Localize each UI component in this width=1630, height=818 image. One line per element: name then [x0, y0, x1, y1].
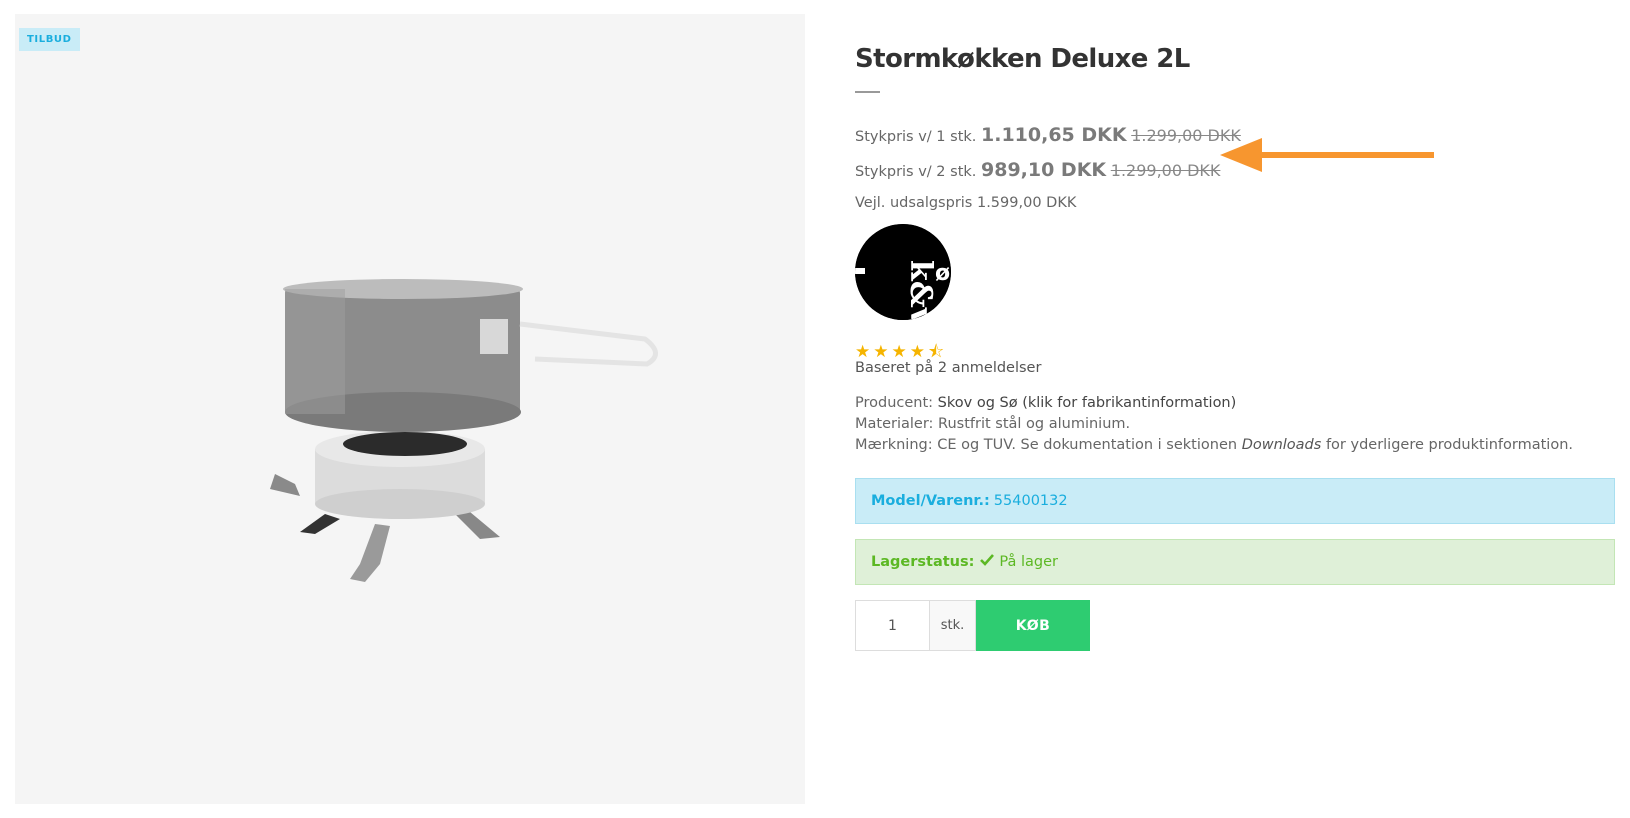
manufacturer-info-link[interactable]: (klik for fabrikantinformation) [1022, 395, 1236, 411]
product-meta: Producent: Skov og Sø (klik for fabrikan… [855, 393, 1573, 456]
product-gallery: TILBUD [15, 14, 805, 804]
marking-line: Mærkning: CE og TUV. Se dokumentation i … [855, 437, 1573, 453]
current-price: 989,10 DKK [981, 159, 1107, 181]
producer-link[interactable]: Skov og Sø [938, 395, 1018, 411]
price-row-2: Stykpris v/ 2 stk. 989,10 DKK 1.299,00 D… [855, 159, 1220, 181]
arrow-left-icon [1220, 138, 1434, 172]
review-count[interactable]: Baseret på 2 anmeldelser [855, 360, 1041, 376]
sale-badge: TILBUD [19, 28, 80, 51]
price-label: Stykpris v/ 2 stk. [855, 164, 977, 180]
recommended-price: Vejl. udsalgspris 1.599,00 DKK [855, 195, 1077, 211]
unit-label: stk. [930, 600, 976, 651]
svg-text:ø: ø [935, 261, 950, 286]
producer-line: Producent: Skov og Sø (klik for fabrikan… [855, 395, 1237, 411]
old-price: 1.299,00 DKK [1110, 161, 1221, 180]
product-image[interactable] [255, 264, 675, 614]
svg-text:k&v: k&v [903, 260, 938, 320]
stock-value: På lager [999, 554, 1059, 570]
price-label: Stykpris v/ 1 stk. [855, 129, 977, 145]
buy-button[interactable]: KØB [976, 600, 1090, 651]
model-number-box: Model/Varenr.: 55400132 [855, 478, 1615, 524]
quantity-input[interactable] [855, 600, 930, 651]
stock-label: Lagerstatus: [871, 554, 975, 570]
price-row-1: Stykpris v/ 1 stk. 1.110,65 DKK 1.299,00… [855, 124, 1241, 146]
brand-logo[interactable]: k&v ø [855, 224, 951, 320]
model-value: 55400132 [993, 493, 1068, 509]
buy-row: stk. KØB [855, 600, 1090, 651]
current-price: 1.110,65 DKK [981, 124, 1127, 146]
title-divider [855, 91, 880, 93]
downloads-link[interactable]: Downloads [1242, 437, 1322, 453]
materials-line: Materialer: Rustfrit stål og aluminium. [855, 416, 1131, 432]
product-title: Stormkøkken Deluxe 2L [855, 44, 1190, 74]
stock-status-box: Lagerstatus: På lager [855, 539, 1615, 585]
model-label: Model/Varenr.: [871, 493, 990, 509]
check-icon [980, 554, 995, 570]
